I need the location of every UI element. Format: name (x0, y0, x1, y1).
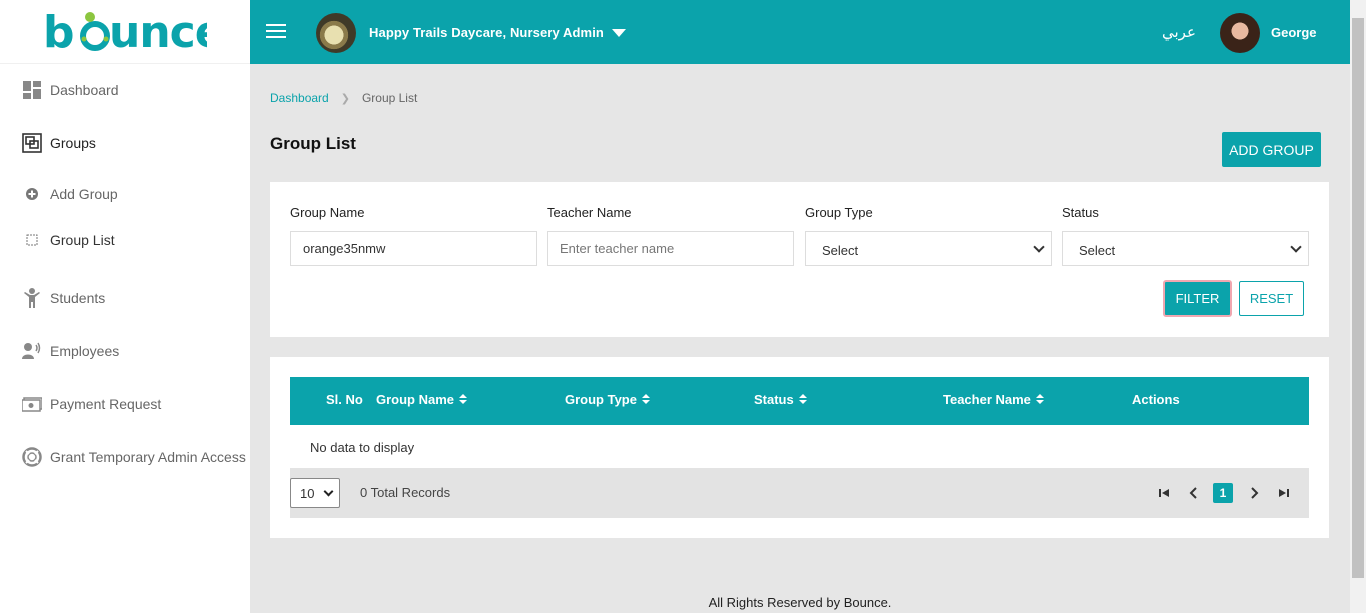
filter-panel: Group Name orange35nmw Teacher Name Ente… (270, 182, 1329, 337)
group-type-label: Group Type (805, 205, 873, 220)
student-icon (22, 288, 42, 308)
prev-page-icon[interactable] (1184, 483, 1204, 503)
sidebar: b unce Dashboard Groups Add Group Group … (0, 0, 250, 613)
bounce-logo[interactable]: b unce (0, 0, 250, 64)
column-sl-no: Sl. No (326, 392, 363, 407)
reset-button[interactable]: RESET (1239, 281, 1304, 316)
column-teacher-name[interactable]: Teacher Name (943, 392, 1044, 407)
scrollbar[interactable] (1350, 0, 1366, 613)
list-square-icon (26, 234, 38, 246)
chevron-right-icon: ❯ (340, 92, 350, 105)
add-group-button[interactable]: ADD GROUP (1222, 132, 1321, 167)
column-actions: Actions (1132, 392, 1180, 407)
first-page-icon[interactable] (1154, 483, 1174, 503)
sort-icon (459, 394, 468, 405)
org-avatar (316, 13, 356, 53)
sidebar-item-label: Dashboard (50, 82, 119, 98)
page-number-button[interactable]: 1 (1213, 483, 1233, 503)
sidebar-item-label: Grant Temporary Admin Access (50, 449, 246, 465)
group-type-select[interactable]: Select (805, 231, 1052, 266)
sidebar-item-label: Add Group (50, 186, 118, 202)
sidebar-item-students[interactable]: Students (22, 288, 105, 308)
sidebar-item-label: Groups (50, 135, 96, 151)
status-label: Status (1062, 205, 1099, 220)
sidebar-item-dashboard[interactable]: Dashboard (22, 80, 119, 100)
sort-icon (798, 394, 807, 405)
top-header: Happy Trails Daycare, Nursery Admin عربي… (250, 0, 1350, 64)
sort-icon (1035, 394, 1044, 405)
breadcrumb-dashboard[interactable]: Dashboard (270, 91, 329, 105)
sidebar-item-employees[interactable]: Employees (22, 341, 119, 361)
payment-icon (22, 394, 42, 414)
sidebar-item-label: Group List (50, 232, 115, 248)
sidebar-item-groups[interactable]: Groups (22, 133, 96, 153)
sidebar-item-label: Employees (50, 343, 120, 359)
next-page-icon[interactable] (1244, 483, 1264, 503)
user-name[interactable]: George (1271, 25, 1317, 40)
page-size-select[interactable]: 10 (290, 478, 340, 508)
total-records: 0 Total Records (360, 485, 451, 500)
group-name-input[interactable]: orange35nmw (290, 231, 537, 266)
teacher-name-input[interactable]: Enter teacher name (547, 231, 794, 266)
chevron-down-icon (1033, 241, 1045, 253)
empty-state: No data to display (310, 440, 415, 455)
status-value: Select (1079, 243, 1116, 258)
status-select[interactable]: Select (1062, 231, 1309, 266)
breadcrumb: Dashboard ❯ Group List (270, 91, 417, 105)
chevron-down-icon (323, 486, 334, 497)
groups-icon (22, 133, 42, 153)
language-switch[interactable]: عربي (1162, 23, 1196, 41)
lifebuoy-icon (22, 447, 42, 467)
sidebar-item-payment-request[interactable]: Payment Request (22, 394, 161, 414)
plus-circle-icon (26, 188, 38, 200)
teacher-name-label: Teacher Name (547, 205, 632, 220)
sort-icon (641, 394, 650, 405)
sidebar-item-grant-admin-access[interactable]: Grant Temporary Admin Access (22, 447, 246, 467)
org-name[interactable]: Happy Trails Daycare, Nursery Admin (369, 25, 604, 40)
filter-button[interactable]: FILTER (1163, 280, 1232, 317)
group-table-card: Sl. No Group Name Group Type Status Teac… (270, 357, 1329, 538)
page-size-value: 10 (300, 485, 315, 501)
caret-down-icon[interactable] (612, 29, 626, 37)
svg-text:b: b (43, 9, 74, 55)
group-name-label: Group Name (290, 205, 365, 220)
svg-text:unce: unce (109, 9, 207, 55)
sidebar-item-group-list[interactable]: Group List (26, 232, 115, 248)
logo-wordmark: b unce (43, 9, 207, 55)
employee-icon (22, 341, 42, 361)
page-title: Group List (270, 134, 356, 153)
menu-icon[interactable] (266, 24, 286, 40)
dashboard-icon (22, 80, 42, 100)
sidebar-item-label: Students (50, 290, 106, 306)
column-status[interactable]: Status (754, 392, 807, 407)
table-footer: 10 0 Total Records 1 (290, 468, 1309, 518)
footer-copyright: All Rights Reserved by Bounce. (708, 595, 892, 610)
sidebar-item-add-group[interactable]: Add Group (26, 186, 118, 202)
group-type-value: Select (822, 243, 859, 258)
column-group-name[interactable]: Group Name (376, 392, 468, 407)
chevron-down-icon (1290, 241, 1302, 253)
avatar[interactable] (1220, 13, 1260, 53)
last-page-icon[interactable] (1274, 483, 1294, 503)
table-header: Sl. No Group Name Group Type Status Teac… (290, 377, 1309, 425)
breadcrumb-current: Group List (361, 91, 418, 105)
sidebar-item-label: Payment Request (50, 396, 162, 412)
scrollbar-thumb[interactable] (1352, 18, 1364, 578)
column-group-type[interactable]: Group Type (565, 392, 650, 407)
